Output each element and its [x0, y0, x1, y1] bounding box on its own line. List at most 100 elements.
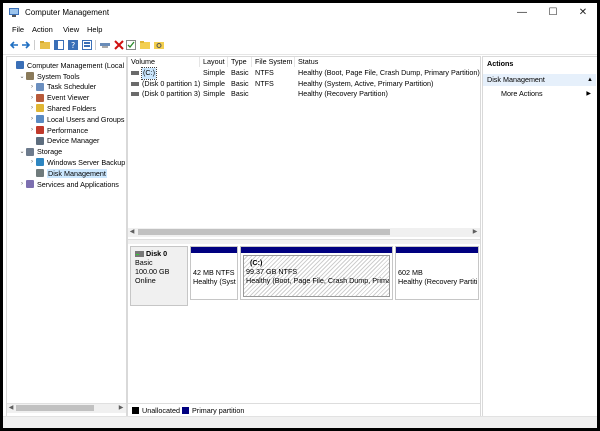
disk-management-pane: Volume Layout Type File System Status (C… — [127, 56, 481, 417]
legend: Unallocated Primary partition — [128, 403, 480, 416]
actions-section-disk-management[interactable]: Disk Management ▲ — [483, 74, 596, 86]
column-header-type[interactable]: Type — [228, 57, 252, 67]
check-icon[interactable] — [125, 39, 136, 50]
graphical-disk-view: Disk 0 Basic 100.00 GB Online 42 MB NTFS… — [128, 244, 480, 414]
tree-horizontal-scrollbar[interactable]: ◀ ▶ — [7, 403, 126, 413]
properties-icon[interactable] — [81, 39, 92, 50]
more-actions-item[interactable]: More Actions ▶ — [483, 88, 596, 100]
column-header-status[interactable]: Status — [295, 57, 480, 67]
disk-icon — [135, 250, 144, 257]
volume-list-horizontal-scrollbar[interactable]: ◀ ▶ — [128, 228, 480, 237]
menu-view[interactable]: View — [63, 25, 79, 34]
status-bar — [3, 416, 597, 428]
column-header-layout[interactable]: Layout — [200, 57, 228, 67]
scroll-right-icon[interactable]: ▶ — [117, 404, 125, 413]
more-actions-label: More Actions — [501, 89, 543, 98]
partition-status: Healthy (Syst — [193, 277, 236, 286]
connect-icon[interactable] — [99, 39, 110, 50]
tools-icon — [26, 72, 34, 81]
tree-item-label: Performance — [47, 125, 89, 135]
volume-drive-icon — [131, 92, 139, 96]
tree-item-device-manager[interactable]: Device Manager — [28, 136, 99, 147]
forward-arrow-icon[interactable] — [20, 39, 31, 50]
computer-management-icon — [9, 8, 19, 17]
collapsed-chevron-icon[interactable]: › — [28, 116, 36, 122]
partition-recovery[interactable]: 602 MB Healthy (Recovery Partiti — [395, 246, 479, 300]
column-header-volume[interactable]: Volume — [128, 57, 200, 67]
collapsed-chevron-icon[interactable]: › — [28, 84, 36, 90]
tree-item-label: Event Viewer — [47, 93, 90, 103]
volume-cell-fs: NTFS — [255, 68, 274, 77]
partition-c-drive[interactable]: (C:) 99.37 GB NTFS Healthy (Boot, Page F… — [240, 246, 393, 300]
back-arrow-icon[interactable] — [8, 39, 19, 50]
collapsed-chevron-icon[interactable]: › — [28, 105, 36, 111]
volume-row[interactable]: (Disk 0 partition 3) Simple Basic Healthy (… — [128, 89, 480, 100]
volume-cell-type: Basic — [231, 68, 249, 77]
disk-name: Disk 0 — [146, 249, 168, 258]
help-icon[interactable]: ? — [67, 39, 78, 50]
expanded-chevron-icon[interactable]: ⌄ — [18, 73, 26, 80]
actions-header: Actions — [487, 59, 514, 68]
volume-cell-fs: NTFS — [255, 78, 274, 88]
tree-item-windows-server-backup[interactable]: › Windows Server Backup — [28, 157, 125, 168]
partition-status: Healthy (Boot, Page File, Crash Dump, Pr… — [246, 276, 389, 285]
partition-size: 42 MB NTFS — [193, 268, 235, 277]
scroll-left-icon[interactable]: ◀ — [7, 404, 15, 413]
scrollbar-thumb[interactable] — [138, 229, 390, 235]
volume-row[interactable]: (Disk 0 partition 1) Simple Basic NTFS Healt… — [128, 79, 480, 90]
tree-item-event-viewer[interactable]: › Event Viewer — [28, 92, 89, 103]
volume-cell-status: Healthy (Boot, Page File, Crash Dump, Pr… — [298, 68, 480, 77]
tree-item-task-scheduler[interactable]: › Task Scheduler — [28, 82, 96, 93]
collapsed-chevron-icon[interactable]: › — [28, 127, 36, 133]
svg-text:?: ? — [71, 41, 75, 50]
tree-item-label: Windows Server Backup — [47, 157, 126, 167]
collapse-icon[interactable]: ▲ — [587, 74, 593, 86]
volume-row[interactable]: (C:) Simple Basic NTFS Healthy (Boot, Page F… — [128, 67, 480, 80]
tree-item-label: Storage — [37, 147, 63, 157]
tree-item-local-users-and-groups[interactable]: › Local Users and Groups — [28, 114, 125, 125]
expanded-chevron-icon[interactable]: ⌄ — [18, 148, 26, 155]
volume-cell-type: Basic — [231, 78, 249, 88]
primary-partition-bar — [241, 247, 392, 253]
scrollbar-thumb[interactable] — [16, 405, 94, 411]
tree-item-label: Computer Management (Local — [27, 60, 125, 70]
disk-state: Online — [135, 276, 156, 285]
disk-icon — [36, 169, 44, 178]
folder-icon — [36, 104, 44, 113]
tree-item-services-and-applications[interactable]: › Services and Applications — [18, 179, 119, 190]
window-title: Computer Management — [25, 8, 110, 17]
title-bar: Computer Management — ☐ ✕ — [3, 3, 597, 23]
partition-system[interactable]: 42 MB NTFS Healthy (Syst — [190, 246, 238, 300]
tree-item-storage[interactable]: ⌄ Storage — [18, 146, 62, 157]
show-hide-tree-icon[interactable] — [53, 39, 64, 50]
menu-file[interactable]: File — [12, 25, 24, 34]
storage-icon — [26, 147, 34, 156]
collapsed-chevron-icon[interactable]: › — [18, 181, 26, 187]
disk-type: Basic — [135, 258, 153, 267]
menu-action[interactable]: Action — [32, 25, 53, 34]
up-folder-icon[interactable] — [39, 39, 50, 50]
tree-item-disk-management[interactable]: Disk Management — [28, 168, 107, 179]
event-icon — [36, 93, 44, 102]
navigation-tree: Computer Management (Local ⌄ System Tools ›… — [6, 56, 127, 417]
scroll-right-icon[interactable]: ▶ — [471, 228, 479, 237]
tree-item-computer-management-local[interactable]: Computer Management (Local — [8, 60, 124, 71]
maximize-button[interactable]: ☐ — [538, 3, 568, 23]
volume-cell-volume: (C:) — [141, 67, 157, 80]
close-button[interactable]: ✕ — [568, 3, 597, 23]
tree-item-system-tools[interactable]: ⌄ System Tools — [18, 71, 79, 82]
collapsed-chevron-icon[interactable]: › — [28, 95, 36, 101]
tree-item-performance[interactable]: › Performance — [28, 125, 88, 136]
tree-item-shared-folders[interactable]: › Shared Folders — [28, 103, 96, 114]
folder-icon[interactable] — [139, 39, 150, 50]
collapsed-chevron-icon[interactable]: › — [28, 159, 36, 165]
scroll-left-icon[interactable]: ◀ — [128, 228, 136, 237]
delete-icon[interactable] — [113, 39, 124, 50]
minimize-button[interactable]: — — [507, 3, 537, 23]
column-header-file-system[interactable]: File System — [252, 57, 295, 67]
search-folder-icon[interactable] — [153, 39, 164, 50]
partition-label: (C:) — [250, 258, 263, 267]
tree-item-label: Shared Folders — [47, 103, 97, 113]
disk-0-info[interactable]: Disk 0 Basic 100.00 GB Online — [130, 246, 188, 306]
menu-help[interactable]: Help — [87, 25, 102, 34]
